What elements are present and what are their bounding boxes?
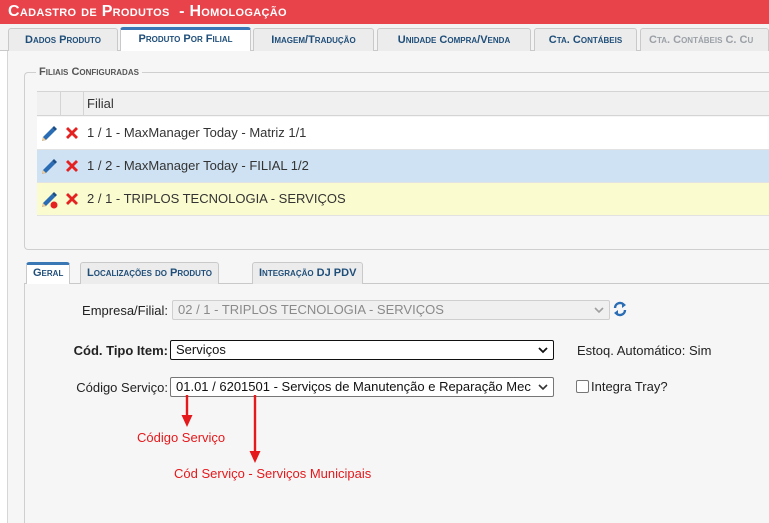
annotation-codigo-servico: Código Serviço: [137, 430, 226, 445]
filial-name: 1 / 1 - MaxManager Today - Matriz 1/1: [87, 125, 307, 140]
tab-cta-contabeis-cc[interactable]: Cta. Contábeis C. Cu: [640, 28, 769, 51]
tab-produto-por-filial[interactable]: Produto Por Filial: [120, 27, 251, 51]
chevron-down-icon: [538, 384, 548, 391]
table-row[interactable]: 1 / 2 - MaxManager Today - FILIAL 1/2: [37, 150, 769, 183]
annotation-cod-servico-municipais: Cód Serviço - Serviços Municipais: [174, 466, 372, 481]
delete-x-icon[interactable]: [64, 158, 80, 174]
annotation-arrow: [181, 395, 193, 427]
chevron-down-icon: [538, 347, 548, 354]
column-divider: [60, 92, 61, 116]
tipo-item-select[interactable]: Serviços: [170, 340, 554, 360]
tab-geral[interactable]: Geral: [26, 262, 71, 285]
tab-localizacoes-produto[interactable]: Localizações do Produto: [80, 262, 219, 284]
integra-tray-checkbox[interactable]: [576, 380, 589, 393]
title-bar: Cadastro de Produtos - Homologação: [0, 0, 769, 24]
tab-dados-produto[interactable]: Dados Produto: [8, 28, 118, 51]
codigo-servico-label: Código Serviço:: [76, 380, 168, 395]
table-row[interactable]: 2 / 1 - TRIPLOS TECNOLOGIA - SERVIÇOS: [37, 183, 769, 216]
delete-x-icon[interactable]: [64, 191, 80, 207]
main-tab-bar: Dados Produto Produto Por Filial Imagem/…: [0, 24, 769, 51]
edit-pencil-icon[interactable]: [40, 158, 58, 176]
tipo-item-value: Serviços: [176, 342, 226, 357]
refresh-icon[interactable]: [612, 300, 628, 318]
empresa-filial-value: 02 / 1 - TRIPLOS TECNOLOGIA - SERVIÇOS: [178, 302, 444, 317]
tab-unidade-compra-venda[interactable]: Unidade Compra/Venda: [377, 28, 531, 51]
table-row[interactable]: 1 / 1 - MaxManager Today - Matriz 1/1: [37, 117, 769, 150]
edit-pencil-active-icon[interactable]: [40, 191, 58, 209]
codigo-servico-value: 01.01 / 6201501 - Serviços de Manutenção…: [176, 379, 531, 394]
codigo-servico-select[interactable]: 01.01 / 6201501 - Serviços de Manutenção…: [170, 377, 554, 397]
filial-name: 2 / 1 - TRIPLOS TECNOLOGIA - SERVIÇOS: [87, 191, 346, 206]
grid-header: Filial: [37, 91, 769, 116]
empresa-filial-label: Empresa/Filial:: [82, 303, 168, 318]
integra-tray-label[interactable]: Integra Tray?: [591, 379, 668, 394]
empresa-filial-select: 02 / 1 - TRIPLOS TECNOLOGIA - SERVIÇOS: [172, 300, 610, 320]
tab-imagem-traducao[interactable]: Imagem/Tradução: [253, 28, 374, 51]
tab-integracao-dj-pdv[interactable]: Integração DJ PDV: [252, 262, 364, 284]
tipo-item-label: Cód. Tipo Item:: [73, 343, 168, 358]
tab-cta-contabeis[interactable]: Cta. Contábeis: [534, 28, 637, 51]
filial-name: 1 / 2 - MaxManager Today - FILIAL 1/2: [87, 158, 309, 173]
chevron-down-icon: [594, 307, 604, 314]
filiais-legend: Filiais Configuradas: [36, 66, 142, 78]
delete-x-icon[interactable]: [64, 125, 80, 141]
window-title: Cadastro de Produtos - Homologação: [8, 3, 287, 20]
edit-pencil-icon[interactable]: [40, 125, 58, 143]
sub-tab-bar: Geral Localizações do Produto Integração…: [24, 260, 769, 285]
estoque-automatico-text: Estoq. Automático: Sim: [577, 343, 712, 358]
column-divider: [83, 92, 84, 116]
annotation-arrow: [249, 395, 261, 463]
column-header-filial[interactable]: Filial: [87, 96, 114, 111]
